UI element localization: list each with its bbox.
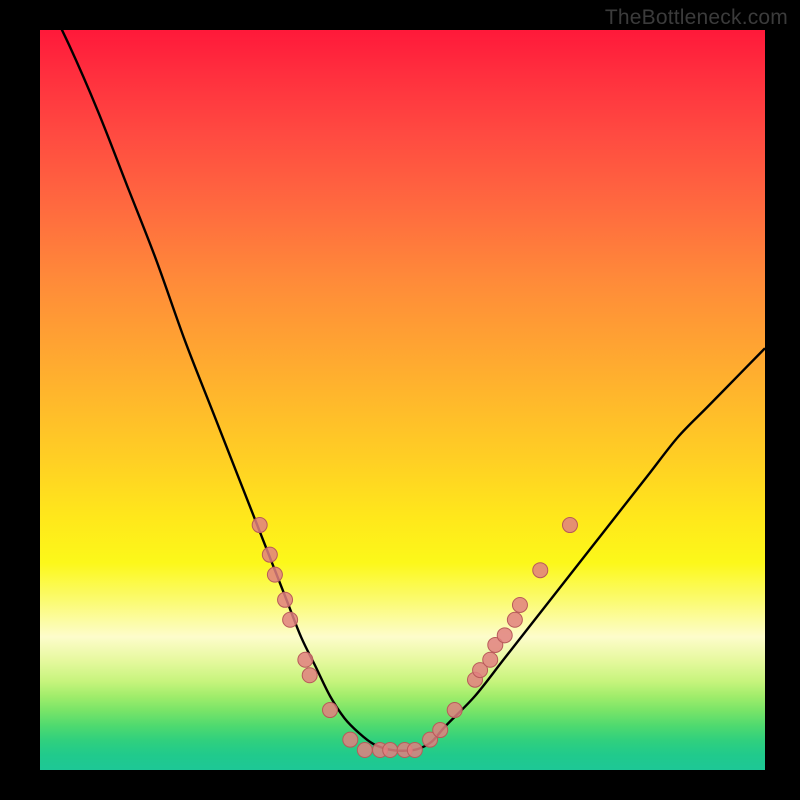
data-marker xyxy=(483,652,498,667)
data-marker xyxy=(533,563,548,578)
data-marker xyxy=(262,547,277,562)
bottleneck-curve xyxy=(40,30,765,751)
data-marker xyxy=(357,743,372,758)
data-marker xyxy=(407,743,422,758)
data-marker xyxy=(433,723,448,738)
chart-svg xyxy=(40,30,765,770)
watermark-text: TheBottleneck.com xyxy=(605,6,788,30)
data-marker xyxy=(267,567,282,582)
data-marker xyxy=(507,612,522,627)
plot-area xyxy=(40,30,765,770)
data-marker xyxy=(512,597,527,612)
data-marker xyxy=(323,703,338,718)
data-marker xyxy=(278,592,293,607)
data-marker xyxy=(283,612,298,627)
data-marker xyxy=(562,518,577,533)
data-marker xyxy=(447,703,462,718)
data-marker xyxy=(383,743,398,758)
data-marker xyxy=(497,628,512,643)
chart-frame: TheBottleneck.com xyxy=(0,0,800,800)
data-marker xyxy=(302,668,317,683)
data-marker xyxy=(343,732,358,747)
data-marker xyxy=(298,652,313,667)
data-marker xyxy=(252,518,267,533)
